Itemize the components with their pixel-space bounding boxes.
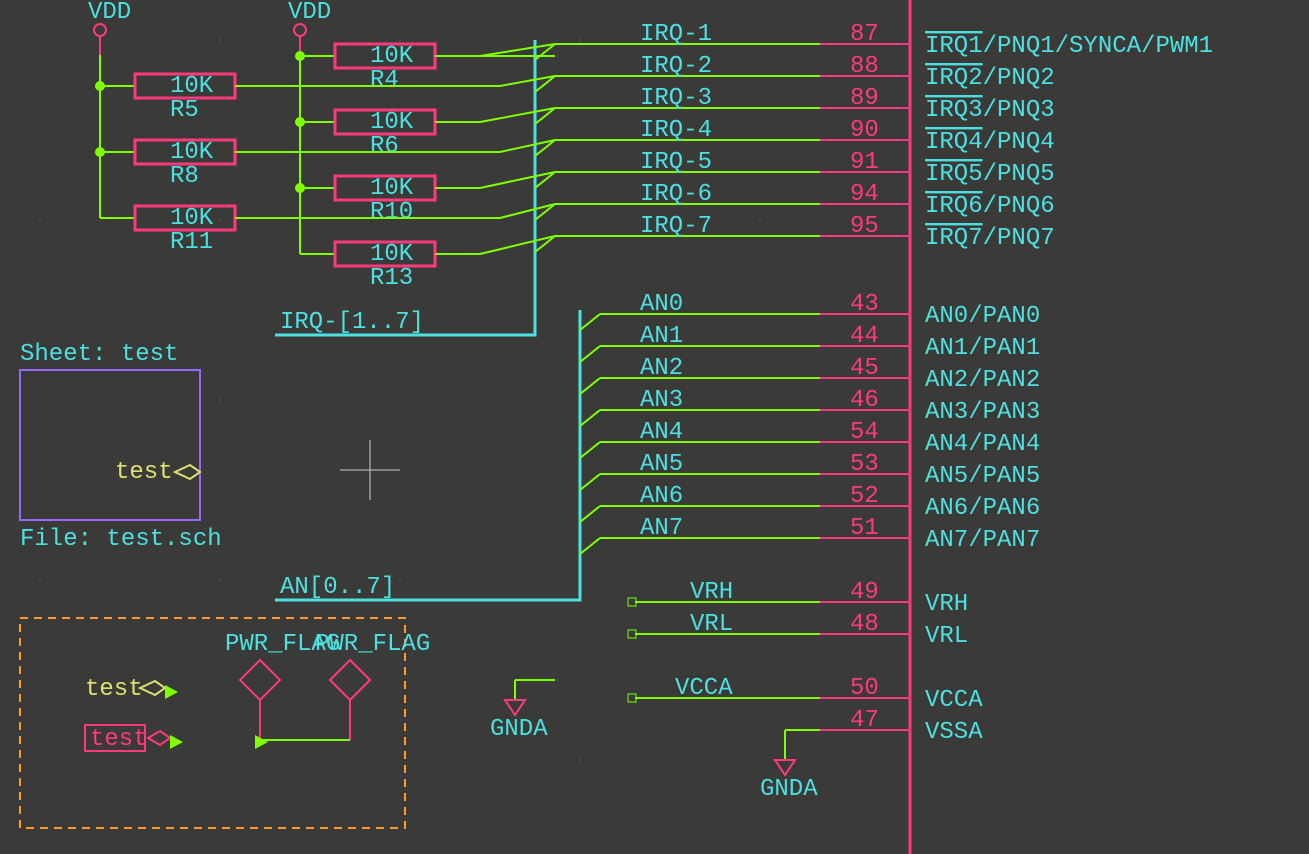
svg-text:AN7: AN7 <box>640 515 683 542</box>
svg-text:IRQ-6: IRQ-6 <box>640 181 712 208</box>
svg-text:IRQ5/PNQ5: IRQ5/PNQ5 <box>925 161 1055 188</box>
svg-text:87: 87 <box>850 21 879 48</box>
svg-text:53: 53 <box>850 451 879 478</box>
svg-text:AN2/PAN2: AN2/PAN2 <box>925 367 1040 394</box>
svg-text:AN1/PAN1: AN1/PAN1 <box>925 335 1040 362</box>
svg-text:AN0/PAN0: AN0/PAN0 <box>925 303 1040 330</box>
svg-text:AN0: AN0 <box>640 291 683 318</box>
svg-text:R11: R11 <box>170 229 213 256</box>
svg-text:AN2: AN2 <box>640 355 683 382</box>
svg-text:AN4/PAN4: AN4/PAN4 <box>925 431 1040 458</box>
resistor-r13: 10K R13 <box>300 241 480 292</box>
svg-text:Sheet: test: Sheet: test <box>20 341 178 368</box>
svg-text:AN5/PAN5: AN5/PAN5 <box>925 463 1040 490</box>
svg-text:VRL: VRL <box>690 611 733 638</box>
svg-text:IRQ-7: IRQ-7 <box>640 213 712 240</box>
annotation-box: test test PWR_FLAG PWR_FLAG <box>20 618 430 828</box>
schematic-canvas[interactable]: VDD VDD 10K R5 10K R8 10K R11 10K R4 <box>0 0 1309 854</box>
power-vdd-left: VDD <box>88 0 131 55</box>
svg-text:IRQ2/PNQ2: IRQ2/PNQ2 <box>925 65 1055 92</box>
svg-text:94: 94 <box>850 181 879 208</box>
svg-text:46: 46 <box>850 387 879 414</box>
svg-text:89: 89 <box>850 85 879 112</box>
svg-text:44: 44 <box>850 323 879 350</box>
svg-text:VCCA: VCCA <box>925 687 983 714</box>
bus-label-irq: IRQ-[1..7] <box>280 309 424 336</box>
bus-label-an: AN[0..7] <box>280 574 395 601</box>
svg-text:test: test <box>90 726 148 753</box>
svg-text:10K: 10K <box>170 139 214 166</box>
svg-text:AN3/PAN3: AN3/PAN3 <box>925 399 1040 426</box>
svg-text:10K: 10K <box>370 241 414 268</box>
svg-text:10K: 10K <box>370 109 414 136</box>
svg-text:R6: R6 <box>370 133 399 160</box>
svg-text:IRQ7/PNQ7: IRQ7/PNQ7 <box>925 225 1055 252</box>
svg-text:VCCA: VCCA <box>675 675 733 702</box>
svg-text:File: test.sch: File: test.sch <box>20 526 222 553</box>
svg-text:IRQ-2: IRQ-2 <box>640 53 712 80</box>
svg-text:VRH: VRH <box>690 579 733 606</box>
svg-text:R10: R10 <box>370 199 413 226</box>
svg-text:47: 47 <box>850 707 879 734</box>
svg-text:AN7/PAN7: AN7/PAN7 <box>925 527 1040 554</box>
resistor-r11: 10K R11 <box>100 205 280 256</box>
svg-text:AN6/PAN6: AN6/PAN6 <box>925 495 1040 522</box>
svg-text:48: 48 <box>850 611 879 638</box>
svg-text:10K: 10K <box>370 43 414 70</box>
svg-text:10K: 10K <box>170 73 214 100</box>
svg-text:AN4: AN4 <box>640 419 683 446</box>
svg-text:IRQ6/PNQ6: IRQ6/PNQ6 <box>925 193 1055 220</box>
svg-text:R13: R13 <box>370 265 413 292</box>
resistor-r8: 10K R8 <box>100 139 280 190</box>
svg-text:VRH: VRH <box>925 591 968 618</box>
svg-text:43: 43 <box>850 291 879 318</box>
svg-text:54: 54 <box>850 419 879 446</box>
svg-text:GNDA: GNDA <box>760 776 818 803</box>
chip-pins: 87 IRQ1/PNQ1/SYNCA/PWM1 88 IRQ2/PNQ2 89 IRQ… <box>820 21 1213 746</box>
svg-text:95: 95 <box>850 213 879 240</box>
svg-text:88: 88 <box>850 53 879 80</box>
svg-text:50: 50 <box>850 675 879 702</box>
svg-text:AN6: AN6 <box>640 483 683 510</box>
svg-text:AN5: AN5 <box>640 451 683 478</box>
svg-text:AN3: AN3 <box>640 387 683 414</box>
svg-text:VDD: VDD <box>288 0 331 26</box>
svg-text:49: 49 <box>850 579 879 606</box>
resistor-r5: 10K R5 <box>100 73 280 124</box>
svg-text:IRQ3/PNQ3: IRQ3/PNQ3 <box>925 97 1055 124</box>
svg-text:IRQ-3: IRQ-3 <box>640 85 712 112</box>
bus-an <box>275 310 580 600</box>
svg-text:10K: 10K <box>370 175 414 202</box>
svg-text:R8: R8 <box>170 163 199 190</box>
svg-text:90: 90 <box>850 117 879 144</box>
svg-text:10K: 10K <box>170 205 214 232</box>
cursor-crosshair <box>340 440 400 500</box>
svg-text:IRQ1/PNQ1/SYNCA/PWM1: IRQ1/PNQ1/SYNCA/PWM1 <box>925 33 1213 60</box>
svg-text:91: 91 <box>850 149 879 176</box>
svg-text:IRQ-4: IRQ-4 <box>640 117 712 144</box>
svg-text:VRL: VRL <box>925 623 968 650</box>
svg-text:test: test <box>115 459 173 486</box>
svg-text:52: 52 <box>850 483 879 510</box>
svg-text:IRQ4/PNQ4: IRQ4/PNQ4 <box>925 129 1055 156</box>
svg-text:test: test <box>85 676 143 703</box>
svg-text:VDD: VDD <box>88 0 131 26</box>
svg-text:R4: R4 <box>370 67 399 94</box>
svg-text:PWR_FLAG: PWR_FLAG <box>315 631 430 658</box>
svg-text:R5: R5 <box>170 97 199 124</box>
svg-text:AN1: AN1 <box>640 323 683 350</box>
svg-text:IRQ-5: IRQ-5 <box>640 149 712 176</box>
svg-text:51: 51 <box>850 515 879 542</box>
hierarchical-sheet[interactable]: Sheet: test test File: test.sch <box>20 341 222 553</box>
svg-text:VSSA: VSSA <box>925 719 983 746</box>
svg-text:IRQ-1: IRQ-1 <box>640 21 712 48</box>
power-vdd-right: VDD <box>288 0 331 55</box>
svg-text:45: 45 <box>850 355 879 382</box>
svg-text:GNDA: GNDA <box>490 716 548 743</box>
